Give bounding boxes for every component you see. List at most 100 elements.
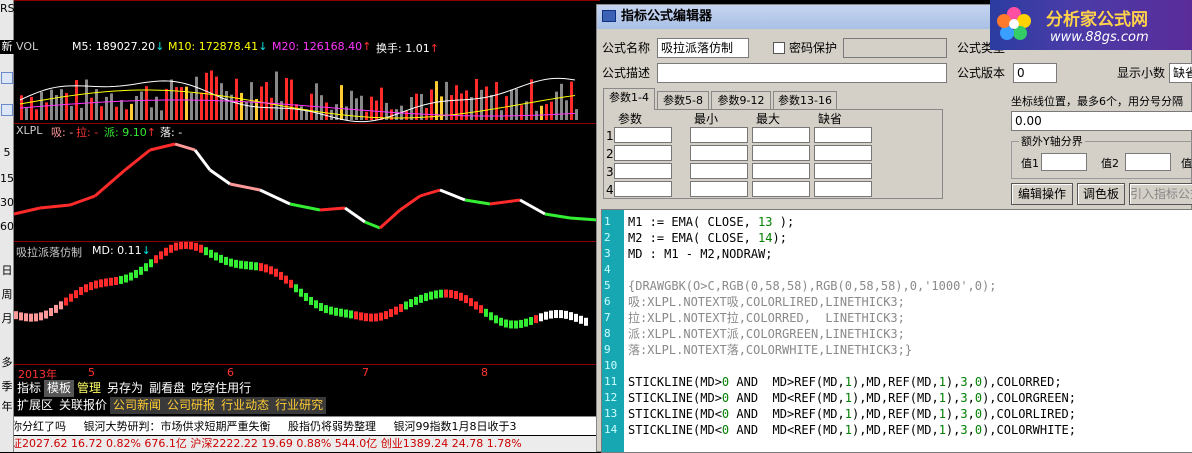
code-line[interactable]: MD : M1 - M2,NODRAW; bbox=[628, 246, 773, 262]
volume-bar bbox=[165, 88, 168, 120]
tab-param-5-8[interactable]: 参数5-8 bbox=[657, 91, 709, 109]
param-cell[interactable] bbox=[614, 181, 672, 197]
code-line[interactable]: M1 := EMA( CLOSE, 13 ); bbox=[628, 214, 794, 230]
tab-template[interactable]: 模板 bbox=[44, 380, 75, 397]
period-season[interactable]: 季 bbox=[0, 380, 14, 394]
period-30[interactable]: 30 bbox=[0, 196, 14, 210]
period-5[interactable]: 5 bbox=[0, 146, 14, 160]
toolbar-icon[interactable] bbox=[1, 72, 13, 84]
tab-consumer[interactable]: 吃穿住用行 bbox=[188, 380, 254, 397]
period-item[interactable]: RSI bbox=[0, 2, 18, 16]
vol-m20: M20: 126168.40↑ bbox=[272, 40, 372, 53]
tab-extension[interactable]: 扩展区 bbox=[14, 397, 56, 414]
md-stick bbox=[159, 251, 163, 260]
param-cell[interactable] bbox=[752, 145, 810, 161]
chart-area[interactable]: VOL M5: 189027.20↓ M10: 172878.41↓ M20: … bbox=[0, 0, 600, 452]
param-cell[interactable] bbox=[752, 163, 810, 179]
formula-name-input[interactable]: 吸拉派落仿制 bbox=[657, 38, 749, 58]
period-60[interactable]: 60 bbox=[0, 220, 14, 234]
formula-desc-input[interactable] bbox=[657, 63, 947, 83]
param-cell[interactable] bbox=[690, 163, 748, 179]
md-stick bbox=[54, 304, 58, 313]
tab-related-quote[interactable]: 关联报价 bbox=[56, 397, 110, 414]
param-cell[interactable] bbox=[752, 181, 810, 197]
index-quote-bar: 上证2027.62 16.72 0.82% 676.1亿 沪深2222.22 1… bbox=[0, 436, 600, 452]
tab-param-1-4[interactable]: 参数1-4 bbox=[603, 88, 655, 110]
tab-saveas[interactable]: 另存为 bbox=[104, 380, 146, 397]
md-stick bbox=[169, 244, 173, 253]
code-line[interactable]: M2 := EMA( CLOSE, 14); bbox=[628, 230, 787, 246]
tab-company-news[interactable]: 公司新闻 bbox=[110, 397, 165, 414]
code-editor[interactable]: 1 2 3 4 5 6 7 8 9 10 11 12 13 14 M1 := EMA( CLOSE, 13… bbox=[601, 209, 1192, 453]
param-cell[interactable] bbox=[814, 127, 872, 143]
password-input[interactable] bbox=[843, 38, 947, 58]
ticker-item[interactable]: 银河99指数1月8日收于3 bbox=[394, 420, 517, 433]
param-cell[interactable] bbox=[690, 127, 748, 143]
coord-input[interactable]: 0.00 bbox=[1011, 111, 1192, 131]
code-line[interactable]: STICKLINE(MD<0 AND MD<REF(MD,1),MD,REF(M… bbox=[628, 422, 1076, 438]
tab-company-research[interactable]: 公司研报 bbox=[164, 397, 219, 414]
code-line[interactable]: STICKLINE(MD>0 AND MD<REF(MD,1),MD,REF(M… bbox=[628, 390, 1076, 406]
tab-param-9-12[interactable]: 参数9-12 bbox=[711, 91, 771, 109]
volume-bar bbox=[570, 81, 573, 120]
param-row-label: 4 bbox=[606, 183, 614, 197]
edit-ops-button[interactable]: 编辑操作 bbox=[1011, 183, 1073, 205]
period-day[interactable]: 日 bbox=[0, 264, 14, 278]
period-month[interactable]: 月 bbox=[0, 312, 14, 326]
param-cell[interactable] bbox=[752, 127, 810, 143]
import-formula-button[interactable]: 引入指标公式 bbox=[1129, 183, 1192, 205]
yaxis-label: 额外Y轴分界 bbox=[1019, 133, 1085, 151]
tab-manage[interactable]: 管理 bbox=[74, 380, 104, 397]
md-stick bbox=[319, 303, 323, 312]
param-cell[interactable] bbox=[814, 163, 872, 179]
param-cell[interactable] bbox=[690, 145, 748, 161]
ticker-item[interactable]: 股指仍将弱势整理 bbox=[288, 420, 376, 433]
code-line[interactable]: STICKLINE(MD>0 AND MD>REF(MD,1),MD,REF(M… bbox=[628, 374, 1062, 390]
volume-bar bbox=[140, 91, 143, 120]
val1-input[interactable] bbox=[1041, 153, 1087, 171]
param-cell[interactable] bbox=[614, 163, 672, 179]
md-stick bbox=[364, 313, 368, 322]
flower-logo-icon bbox=[997, 7, 1031, 40]
param-cell[interactable] bbox=[614, 145, 672, 161]
tab-industry-research[interactable]: 行业研究 bbox=[272, 397, 327, 414]
chart-canvas[interactable] bbox=[0, 0, 600, 380]
md-stick bbox=[189, 241, 193, 250]
toolbar-icon[interactable] bbox=[1, 104, 13, 116]
code-line[interactable]: {DRAWGBK(O>C,RGB(0,58,58),RGB(0,58,58),0… bbox=[628, 278, 996, 294]
volume-bar bbox=[180, 87, 183, 120]
period-multi[interactable]: 多 bbox=[0, 356, 14, 370]
period-week[interactable]: 周 bbox=[0, 288, 14, 302]
code-line[interactable]: 吸:XLPL.NOTEXT吸,COLORLIRED,LINETHICK3; bbox=[628, 294, 905, 310]
param-cell[interactable] bbox=[814, 145, 872, 161]
md-stick bbox=[484, 308, 488, 317]
code-line[interactable]: STICKLINE(MD<0 AND MD>REF(MD,1),MD,REF(M… bbox=[628, 406, 1076, 422]
param-cell[interactable] bbox=[614, 127, 672, 143]
app-icon bbox=[602, 10, 616, 22]
param-cell[interactable] bbox=[690, 181, 748, 197]
md-stick bbox=[234, 259, 238, 268]
val2-input[interactable] bbox=[1125, 153, 1171, 171]
xlpl-line-segment bbox=[399, 194, 421, 212]
ticker-item[interactable]: 银河大势研判：市场供求短期严重失衡 bbox=[84, 420, 271, 433]
param-cell[interactable] bbox=[814, 181, 872, 197]
version-input[interactable]: 0 bbox=[1013, 63, 1057, 83]
md-stick bbox=[134, 269, 138, 278]
period-15[interactable]: 15 bbox=[0, 172, 14, 186]
code-line[interactable]: 派:XLPL.NOTEXT派,COLORGREEN,LINETHICK3; bbox=[628, 326, 905, 342]
palette-button[interactable]: 调色板 bbox=[1077, 183, 1125, 205]
tab-subview[interactable]: 副看盘 bbox=[146, 380, 188, 397]
xlpl-line-segment bbox=[124, 148, 151, 172]
pane-divider bbox=[14, 123, 600, 124]
tab-indicator[interactable]: 指标 bbox=[14, 380, 44, 397]
code-line[interactable]: 落:XLPL.NOTEXT落,COLORWHITE,LINETHICK3;} bbox=[628, 342, 912, 358]
tab-param-13-16[interactable]: 参数13-16 bbox=[773, 91, 837, 109]
period-year[interactable]: 年 bbox=[0, 400, 14, 414]
line-number: 11 bbox=[604, 375, 618, 388]
decimal-select[interactable]: 缺省 bbox=[1169, 63, 1192, 83]
md-stick bbox=[529, 316, 533, 325]
pane-divider bbox=[14, 241, 600, 242]
tab-industry-news[interactable]: 行业动态 bbox=[218, 397, 273, 414]
code-line[interactable]: 拉:XLPL.NOTEXT拉,COLORRED, LINETHICK3; bbox=[628, 310, 905, 326]
password-checkbox[interactable] bbox=[773, 42, 785, 54]
